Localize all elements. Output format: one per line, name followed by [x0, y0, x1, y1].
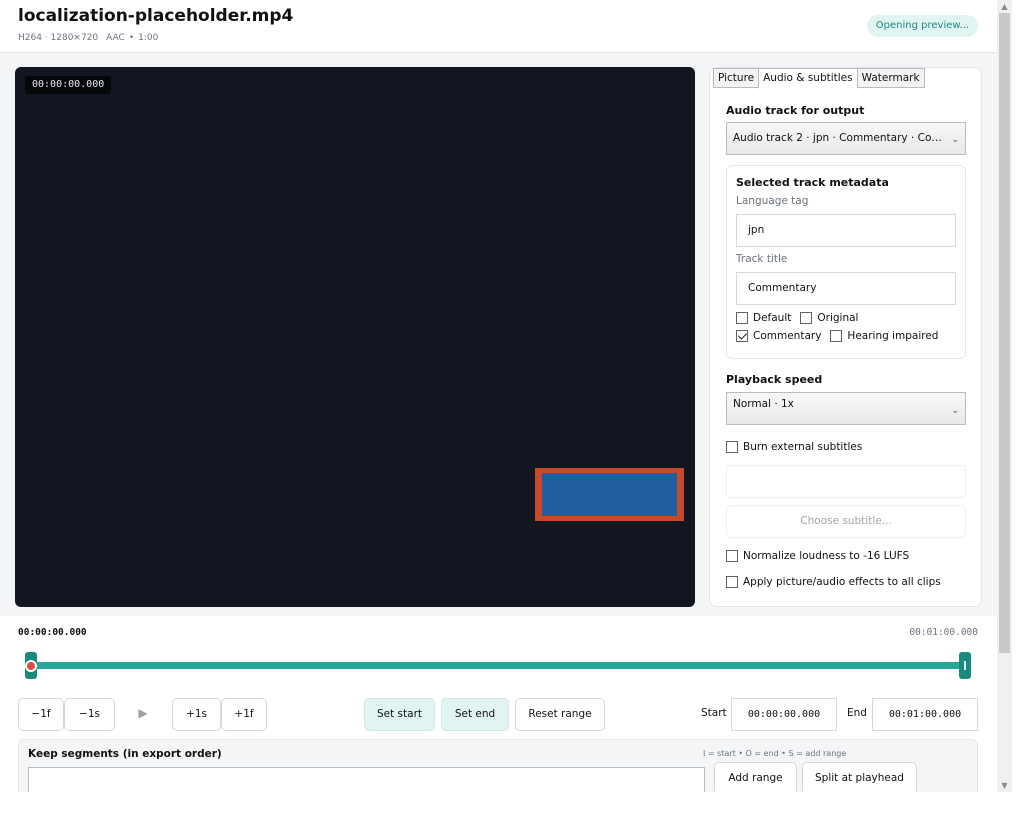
tab-audio-subtitles[interactable]: Audio & subtitles — [758, 68, 858, 89]
scroll-thumb[interactable] — [999, 13, 1010, 653]
end-label: End — [847, 707, 867, 719]
flag-hearing-impaired-label: Hearing impaired — [847, 330, 939, 342]
tab-picture[interactable]: Picture — [713, 68, 760, 88]
flag-commentary-label: Commentary — [753, 330, 822, 342]
segments-title: Keep segments (in export order) — [28, 748, 222, 760]
file-meta: H264 · 1280×720 AAC • 1:00 — [18, 33, 166, 43]
chevron-down-icon: ⌄ — [951, 135, 959, 145]
apply-all-label: Apply picture/audio effects to all clips — [743, 576, 941, 588]
file-header: localization-placeholder.mp4 H264 · 1280… — [0, 0, 997, 53]
watermark-fill — [542, 473, 677, 516]
burn-subtitles-label: Burn external subtitles — [743, 441, 863, 453]
burn-subtitles-option[interactable]: Burn external subtitles — [726, 441, 862, 453]
keep-segments-section: Keep segments (in export order) I = star… — [18, 739, 978, 792]
step-back-second-button[interactable]: −1s — [64, 698, 115, 731]
page-scrollbar[interactable]: ▲ ▼ — [997, 0, 1012, 792]
normalize-loudness-option[interactable]: Normalize loudness to -16 LUFS — [726, 550, 909, 562]
flag-default-label: Default — [753, 312, 792, 324]
timeline-current-time: 00:00:00.000 — [18, 627, 87, 638]
normalize-label: Normalize loudness to -16 LUFS — [743, 550, 910, 562]
video-preview[interactable]: 00:00:00.000 — [15, 67, 695, 607]
choose-subtitle-button[interactable]: Choose subtitle... — [726, 505, 966, 538]
scroll-up-icon[interactable]: ▲ — [997, 0, 1012, 13]
status-badge: Opening preview... — [867, 15, 978, 37]
step-back-frame-button[interactable]: −1f — [18, 698, 64, 731]
meta-separator: • — [128, 33, 135, 43]
checkbox-burn-subtitles[interactable] — [726, 441, 738, 453]
checkbox-apply-all[interactable] — [726, 576, 738, 588]
flag-original-label: Original — [817, 312, 859, 324]
audio-track-label: Audio track for output — [726, 104, 865, 117]
end-time-input[interactable]: 00:01:00.000 — [872, 698, 978, 731]
checkbox-default[interactable] — [736, 312, 748, 324]
keyboard-shortcuts-hint: I = start • O = end • S = add range — [703, 749, 847, 758]
flags-row-2: Commentary Hearing impaired — [736, 330, 947, 342]
step-forward-frame-button[interactable]: +1f — [221, 698, 267, 731]
playback-speed-select[interactable]: Normal · 1x ⌄ — [726, 392, 966, 425]
segments-list[interactable] — [28, 767, 705, 792]
apply-all-option[interactable]: Apply picture/audio effects to all clips — [726, 576, 941, 588]
set-start-button[interactable]: Set start — [364, 698, 435, 731]
playhead[interactable] — [25, 660, 37, 672]
subtitle-path-input[interactable] — [726, 465, 966, 498]
tab-watermark[interactable]: Watermark — [856, 68, 925, 88]
scroll-down-icon[interactable]: ▼ — [997, 779, 1012, 792]
add-range-button[interactable]: Add range — [714, 762, 797, 792]
flags-row-1: Default Original — [736, 312, 867, 324]
duration: 1:00 — [138, 33, 159, 43]
panel-tabs: Picture Audio & subtitles Watermark — [713, 68, 925, 89]
reset-range-button[interactable]: Reset range — [515, 698, 605, 731]
timeline-track[interactable] — [28, 662, 968, 669]
settings-panel: Picture Audio & subtitles Watermark Audi… — [709, 67, 982, 607]
watermark-overlay[interactable] — [535, 468, 684, 521]
playback-speed-label: Playback speed — [726, 373, 823, 386]
track-metadata-group: Selected track metadata Language tag jpn… — [726, 165, 966, 359]
audio-codec: AAC — [106, 33, 125, 43]
language-tag-input[interactable]: jpn — [736, 214, 956, 247]
file-title: localization-placeholder.mp4 — [18, 6, 294, 26]
track-title-input[interactable]: Commentary — [736, 272, 956, 305]
track-title-label: Track title — [736, 253, 788, 265]
app-viewport: localization-placeholder.mp4 H264 · 1280… — [0, 0, 997, 792]
checkbox-commentary[interactable] — [736, 330, 748, 342]
language-tag-label: Language tag — [736, 195, 809, 207]
chevron-down-icon: ⌄ — [951, 406, 959, 416]
video-codec: H264 · 1280×720 — [18, 33, 99, 43]
checkbox-original[interactable] — [800, 312, 813, 324]
set-end-button[interactable]: Set end — [441, 698, 509, 731]
flag-commentary[interactable]: Commentary — [736, 330, 821, 342]
play-icon[interactable]: ▶ — [119, 698, 167, 731]
range-end-handle[interactable] — [959, 652, 971, 679]
flag-hearing-impaired[interactable]: Hearing impaired — [830, 330, 938, 342]
checkbox-normalize[interactable] — [726, 550, 738, 562]
step-forward-second-button[interactable]: +1s — [172, 698, 221, 731]
split-at-playhead-button[interactable]: Split at playhead — [802, 762, 917, 792]
checkbox-hearing-impaired[interactable] — [830, 330, 843, 342]
flag-original[interactable]: Original — [800, 312, 858, 324]
audio-track-select[interactable]: Audio track 2 · jpn · Commentary · Comme… — [726, 122, 966, 155]
metadata-title: Selected track metadata — [736, 176, 889, 189]
flag-default[interactable]: Default — [736, 312, 791, 324]
timeline-total-time: 00:01:00.000 — [909, 627, 978, 638]
audio-track-value: Audio track 2 · jpn · Commentary · Comme… — [733, 132, 943, 144]
playback-speed-value: Normal · 1x — [733, 398, 794, 410]
preview-timecode: 00:00:00.000 — [25, 76, 112, 94]
start-time-input[interactable]: 00:00:00.000 — [731, 698, 837, 731]
start-label: Start — [701, 707, 727, 719]
